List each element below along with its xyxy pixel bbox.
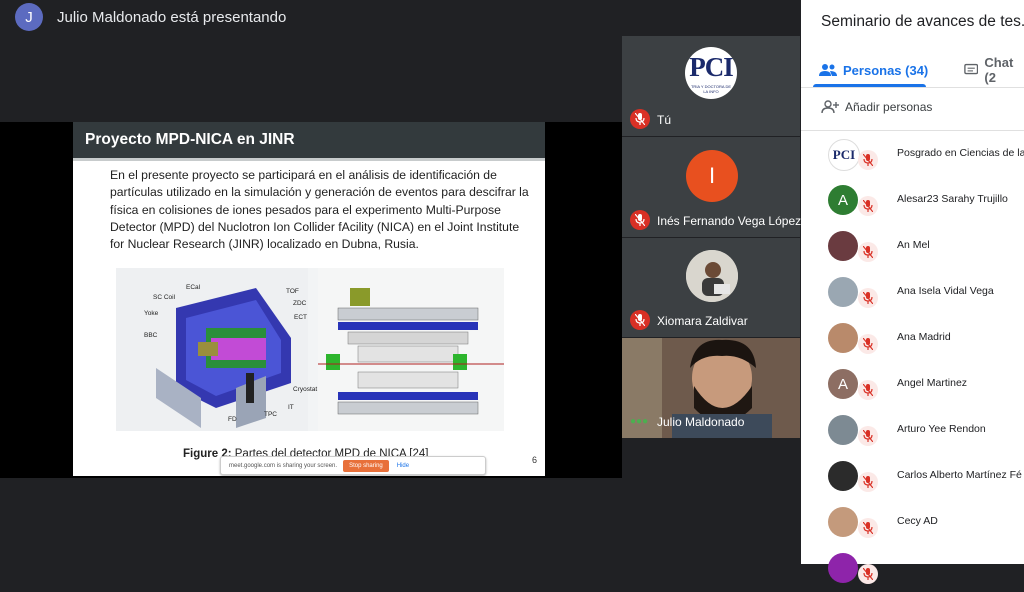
slide: Proyecto MPD-NICA en JINR En el presente…	[73, 122, 545, 476]
tab-divider	[801, 87, 1024, 88]
participant-row[interactable]: A Angel Martinez	[801, 364, 1024, 408]
participant-row[interactable]: Ana Madrid	[801, 318, 1024, 362]
participant-row[interactable]: A Alesar23 Sarahy Trujillo	[801, 180, 1024, 224]
participant-avatar	[828, 323, 858, 353]
people-icon	[819, 64, 837, 76]
stop-sharing-button[interactable]: Stop sharing	[343, 459, 389, 472]
participant-tile-julio[interactable]: ●●● Julio Maldonado	[622, 338, 800, 438]
tile-name-self: Tú	[657, 113, 672, 127]
tab-people[interactable]: Personas (34)	[819, 58, 928, 82]
mic-off-icon	[858, 150, 878, 170]
chat-icon	[964, 63, 979, 75]
speaking-indicator-icon: ●●●	[630, 416, 649, 427]
xiomara-avatar	[686, 250, 738, 302]
participant-avatar	[828, 507, 858, 537]
label-fd: FD	[228, 416, 237, 423]
participant-name: Carlos Alberto Martínez Fé	[897, 469, 1022, 481]
participant-avatar	[828, 277, 858, 307]
mic-off-icon	[858, 472, 878, 492]
add-people-divider	[801, 130, 1024, 131]
mic-off-icon	[630, 310, 650, 330]
tile-name-ines: Inés Fernando Vega López	[657, 214, 802, 228]
ines-avatar: I	[686, 150, 738, 202]
label-yoke: Yoke	[144, 310, 159, 317]
label-cryostat: Cryostat	[293, 386, 318, 393]
mic-off-icon	[858, 426, 878, 446]
detector-figure: ECal SC Coil Yoke BBC FD TPC IT Cryostat…	[116, 268, 504, 431]
pci-logo-subtext: TRIA Y DOCTORA DE LA INFO	[690, 84, 731, 94]
participant-name: Alesar23 Sarahy Trujillo	[897, 193, 1008, 205]
presenter-text: Julio Maldonado está presentando	[57, 8, 287, 26]
participant-name: Ana Madrid	[897, 331, 951, 343]
presenter-bar: J Julio Maldonado está presentando	[0, 0, 800, 34]
tab-chat[interactable]: Chat (2	[964, 55, 1024, 85]
mic-off-icon	[858, 564, 878, 584]
mic-off-icon	[858, 380, 878, 400]
label-it: IT	[288, 404, 294, 411]
label-tof: TOF	[286, 288, 299, 295]
participant-row[interactable]: Carlos Alberto Martínez Fé	[801, 456, 1024, 500]
participant-row[interactable]: PCI Posgrado en Ciencias de la Inf	[801, 134, 1024, 178]
mic-off-icon	[630, 109, 650, 129]
detector-3d-drawing	[156, 288, 291, 428]
participant-name: An Mel	[897, 239, 930, 251]
participant-name: Cecy AD	[897, 515, 938, 527]
mic-off-icon	[858, 518, 878, 538]
participant-avatar: A	[828, 185, 858, 215]
share-bar-text: meet.google.com is sharing your screen.	[229, 462, 338, 469]
label-ecal: ECal	[186, 284, 201, 291]
pci-logo: PCI TRIA Y DOCTORA DE LA INFO	[685, 47, 737, 99]
label-zdc: ZDC	[293, 300, 307, 307]
participant-avatar: A	[828, 369, 858, 399]
participant-avatar	[828, 553, 858, 583]
slide-body-text: En el presente proyecto se participará e…	[110, 168, 529, 252]
tab-chat-label: Chat (2	[984, 55, 1014, 85]
label-ect: ECT	[294, 314, 307, 321]
people-panel: Seminario de avances de tes... Personas …	[801, 0, 1024, 584]
screen-share-bar: meet.google.com is sharing your screen. …	[220, 456, 486, 475]
participant-avatar	[828, 231, 858, 261]
participant-name: Posgrado en Ciencias de la Inf	[897, 147, 1024, 159]
add-people-label: Añadir personas	[845, 100, 933, 114]
presenter-avatar: J	[15, 3, 43, 31]
detector-3d-diagram: ECal SC Coil Yoke BBC FD TPC IT Cryostat…	[116, 268, 317, 431]
label-bbc: BBC	[144, 332, 158, 339]
mic-off-icon	[630, 210, 650, 230]
tile-name-xiomara: Xiomara Zaldivar	[657, 314, 748, 328]
meeting-title: Seminario de avances de tes...	[821, 13, 1024, 30]
mic-off-icon	[858, 242, 878, 262]
label-tpc: TPC	[264, 411, 277, 418]
participant-name: Ana Isela Vidal Vega	[897, 285, 994, 297]
label-sc-coil: SC Coil	[153, 294, 176, 301]
add-person-icon	[821, 100, 839, 114]
participant-row[interactable]: Cecy AD	[801, 502, 1024, 546]
participant-avatar	[828, 461, 858, 491]
participant-row[interactable]: An Mel	[801, 226, 1024, 270]
tab-people-label: Personas (34)	[843, 62, 929, 78]
participant-row[interactable]: Arturo Yee Rendon	[801, 410, 1024, 454]
participant-row[interactable]	[801, 548, 1024, 592]
participant-avatar	[828, 415, 858, 445]
slide-title: Proyecto MPD-NICA en JINR	[73, 122, 545, 158]
tile-name-julio: Julio Maldonado	[657, 415, 745, 429]
hide-share-bar-button[interactable]: Hide	[397, 463, 409, 469]
mic-off-icon	[858, 196, 878, 216]
add-people-button[interactable]: Añadir personas	[821, 100, 932, 114]
mic-off-icon	[858, 334, 878, 354]
slide-page-number: 6	[531, 455, 537, 465]
participant-name: Angel Martinez	[897, 377, 968, 389]
detector-section-diagram	[318, 268, 504, 431]
participant-name: Arturo Yee Rendon	[897, 423, 986, 435]
detector-section-drawing	[318, 288, 504, 415]
participant-row[interactable]: Ana Isela Vidal Vega	[801, 272, 1024, 316]
mic-off-icon	[858, 288, 878, 308]
pci-logo-text: PCI	[689, 52, 734, 82]
presentation-stage: Proyecto MPD-NICA en JINR En el presente…	[0, 122, 622, 478]
participant-avatar: PCI	[828, 139, 860, 171]
